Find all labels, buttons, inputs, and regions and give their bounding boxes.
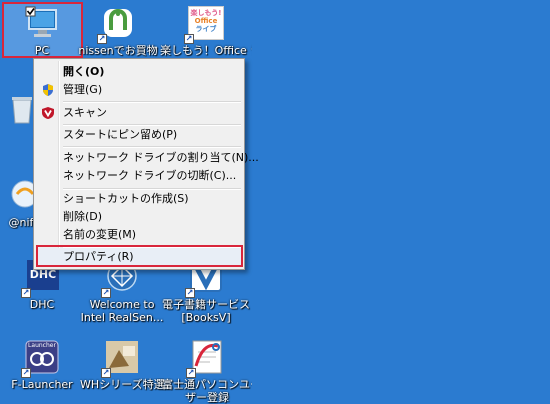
- desktop-icon-label: ザー登録: [185, 391, 229, 404]
- shortcut-arrow-icon: ↗: [184, 34, 194, 44]
- menu-item-label: 名前の変更(M): [63, 228, 137, 241]
- menu-item-open[interactable]: 開く(O): [36, 63, 242, 81]
- menu-item-label: スキャン: [63, 106, 107, 119]
- menu-item-label: スタートにピン留め(P): [63, 128, 178, 141]
- shortcut-arrow-icon: ↗: [101, 368, 111, 378]
- menu-item-label: ネットワーク ドライブの割り当て(N)...: [63, 151, 259, 164]
- desktop-icon-pc[interactable]: PC: [0, 4, 84, 57]
- desktop-icon-label: PC: [34, 44, 50, 57]
- desktop-icon-office-guide[interactable]: 楽しもう! Office ライブ ↗ 楽しもう！Office ラ: [160, 4, 252, 57]
- menu-item-label: 開く(O): [63, 65, 105, 78]
- office-logo-line: 楽しもう!: [190, 9, 222, 17]
- shortcut-arrow-icon: ↗: [101, 288, 111, 298]
- desktop-icon-label: 楽しもう！Office ラ: [160, 44, 252, 57]
- menu-item-create-shortcut[interactable]: ショートカットの作成(S): [36, 190, 242, 208]
- desktop-icon-label: WHシリーズ特選サイト: [80, 378, 164, 391]
- menu-separator: [63, 146, 241, 148]
- wh-series-icon: ↗: [101, 338, 141, 378]
- desktop-icon-label: [BooksV]: [181, 311, 231, 324]
- menu-item-scan[interactable]: スキャン: [36, 104, 242, 122]
- properties-highlight-frame: [36, 245, 243, 267]
- desktop-icon-f-launcher[interactable]: Launcher ↗ F-Launcher: [0, 338, 84, 391]
- menu-item-delete[interactable]: 削除(D): [36, 208, 242, 226]
- menu-item-label: 削除(D): [63, 210, 103, 223]
- desktop-icon-label: F-Launcher: [11, 378, 73, 391]
- shortcut-arrow-icon: ↗: [186, 368, 196, 378]
- computer-icon: [23, 4, 61, 42]
- desktop-icon-label: 電子書籍サービス: [162, 298, 250, 311]
- shortcut-arrow-icon: ↗: [185, 288, 195, 298]
- shortcut-arrow-icon: ↗: [21, 288, 31, 298]
- menu-item-disconnect-network-drive[interactable]: ネットワーク ドライブの切断(C)...: [36, 167, 242, 185]
- menu-item-label: 管理(G): [63, 83, 103, 96]
- f-launcher-icon: Launcher ↗: [21, 338, 61, 378]
- menu-item-map-network-drive[interactable]: ネットワーク ドライブの割り当て(N)...: [36, 149, 259, 167]
- menu-item-pin-to-start[interactable]: スタートにピン留め(P): [36, 126, 242, 144]
- desktop-icon-label: nissenでお買物: [78, 44, 158, 57]
- desktop-icon-label: Intel RealSen...: [80, 311, 164, 324]
- office-guide-icon: 楽しもう! Office ライブ ↗: [184, 4, 226, 44]
- desktop-icon-label: 富士通パソコンユー: [162, 378, 252, 391]
- shortcut-arrow-icon: ↗: [21, 368, 31, 378]
- desktop-icon-label: DHC: [29, 298, 55, 311]
- context-menu: 開く(O) 管理(G) スキャン スタートにピン留め(P) ネットワーク ドライ…: [33, 58, 259, 270]
- nissen-icon: ↗: [97, 4, 137, 44]
- menu-item-label: ショートカットの作成(S): [63, 192, 189, 205]
- office-logo-line: Office: [194, 17, 218, 25]
- menu-separator: [63, 101, 241, 103]
- fujitsu-registration-icon: ↗: [186, 338, 226, 378]
- shortcut-arrow-icon: ↗: [97, 34, 107, 44]
- shield-icon: [41, 83, 55, 97]
- desktop-icon-nissen[interactable]: ↗ nissenでお買物: [76, 4, 160, 57]
- desktop-icon-wh-series[interactable]: ↗ WHシリーズ特選サイト: [80, 338, 164, 391]
- f-launcher-logo-text: Launcher: [28, 342, 56, 349]
- desktop-icon-fujitsu-registration[interactable]: ↗ 富士通パソコンユー ザー登録: [162, 338, 252, 404]
- menu-item-label: ネットワーク ドライブの切断(C)...: [63, 169, 237, 182]
- menu-item-manage[interactable]: 管理(G): [36, 81, 242, 99]
- menu-item-rename[interactable]: 名前の変更(M): [36, 226, 242, 244]
- antivirus-icon: [41, 106, 55, 120]
- desktop-icon-label: Welcome to: [89, 298, 155, 311]
- office-logo-line: ライブ: [195, 25, 217, 33]
